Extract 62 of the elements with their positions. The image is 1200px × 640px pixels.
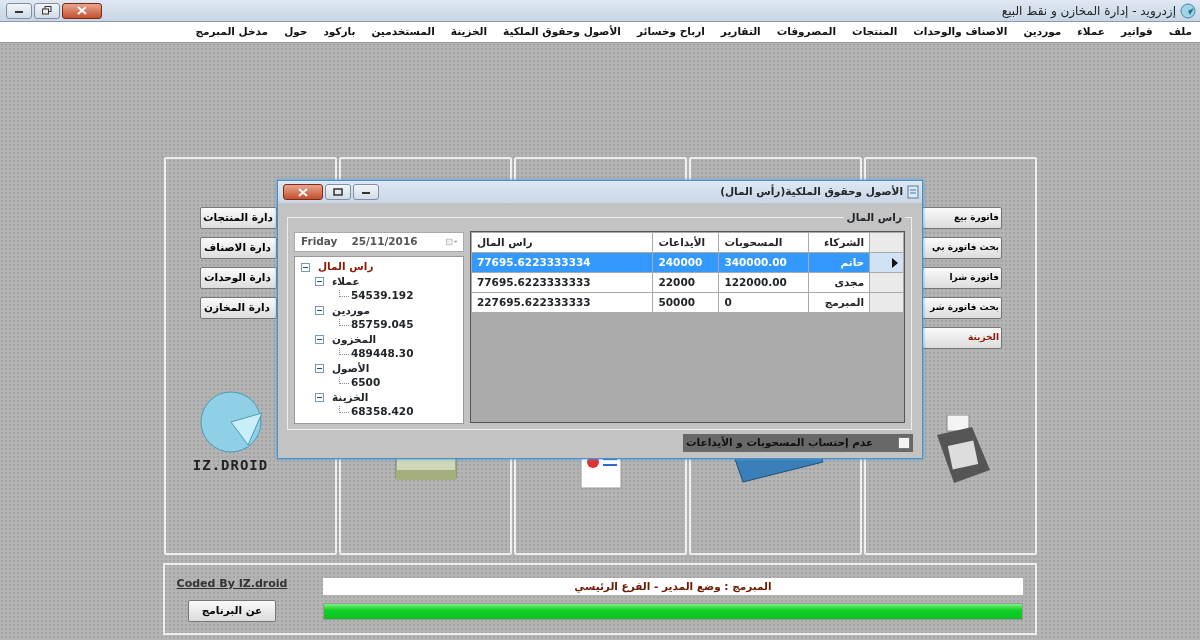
table-cell: 340000.00 bbox=[718, 252, 809, 273]
tree-node[interactable]: الخزينة bbox=[332, 389, 369, 406]
panel-button[interactable]: فاتورة بيع bbox=[922, 207, 1002, 229]
panel-button[interactable]: دارة المنتجات bbox=[200, 207, 277, 229]
panel-button[interactable]: بحث فاتورة شر bbox=[922, 297, 1002, 319]
menu-item[interactable]: ملف bbox=[1168, 24, 1192, 40]
dialog-title: الأصول وحقوق الملكية(رأس المال) bbox=[720, 184, 903, 200]
tree-node[interactable]: 68358.420 bbox=[351, 404, 414, 421]
menu-item[interactable]: موردين bbox=[1023, 24, 1062, 40]
menu-item[interactable]: المنتجات bbox=[852, 24, 898, 40]
tree-node[interactable]: المخزون bbox=[332, 331, 377, 348]
tree-node[interactable]: راس المال bbox=[318, 259, 374, 276]
menu-item[interactable]: التقارير bbox=[720, 24, 761, 40]
tree-node[interactable]: الأصول bbox=[332, 360, 370, 377]
panel-button[interactable]: دارة الاصناف bbox=[200, 237, 277, 259]
table-cell: 77695.6223333333 bbox=[471, 272, 653, 293]
table-cell: 122000.00 bbox=[718, 272, 809, 293]
table-cell: 50000 bbox=[653, 292, 719, 313]
status-text: المبرمج : وضع المدير - الفرع الرئيسي bbox=[323, 578, 1023, 595]
window-title: إزدرويد - إدارة المخازن و نقط البيع bbox=[1001, 2, 1176, 20]
panel-button[interactable]: فاتورة شرا bbox=[922, 267, 1002, 289]
menu-item[interactable]: الأصول وحقوق الملكية bbox=[503, 24, 621, 40]
menu-item[interactable]: المستخدمين bbox=[371, 24, 435, 40]
panel-button[interactable]: دارة المخازن bbox=[200, 297, 277, 319]
group-title: راس المال bbox=[843, 210, 905, 226]
checkbox-label: عدم إحتساب المسحوبات و الأيداعات bbox=[686, 435, 874, 451]
credits-link[interactable]: Coded By IZ.droid bbox=[176, 575, 288, 593]
tree-node[interactable]: 6500 bbox=[351, 375, 381, 392]
table-cell: المبرمج bbox=[808, 292, 870, 313]
panel-button[interactable]: الخزينة bbox=[922, 327, 1002, 349]
menu-item[interactable]: حول bbox=[284, 24, 308, 40]
panel-button[interactable]: بحث فاتورة بي bbox=[922, 237, 1002, 259]
column-header: المسحوبات bbox=[718, 232, 809, 253]
logo-text: IZ.DROID bbox=[192, 456, 269, 475]
menu-item[interactable]: مدخل المبرمج bbox=[195, 24, 269, 40]
table-cell: حاتم bbox=[808, 252, 870, 273]
date-day: Friday bbox=[301, 234, 338, 250]
menu-item[interactable]: عملاء bbox=[1077, 24, 1105, 40]
column-header: الأيداعات bbox=[653, 232, 719, 253]
column-header: راس المال bbox=[471, 232, 653, 253]
menu-item[interactable]: المصروفات bbox=[776, 24, 837, 40]
table-cell: 227695.622333333 bbox=[471, 292, 653, 313]
menu-item[interactable]: الاصناف والوحدات bbox=[913, 24, 1008, 40]
about-button[interactable]: عن البرنامج bbox=[188, 600, 276, 623]
menu-item[interactable]: الخزينة bbox=[450, 24, 488, 40]
date-picker[interactable]: Friday 25/11/2016 bbox=[294, 232, 464, 252]
tree-node[interactable]: 85759.045 bbox=[351, 317, 414, 334]
tree-node[interactable]: 54539.192 bbox=[351, 288, 414, 305]
menu-item[interactable]: ارباح وخسائر bbox=[636, 24, 705, 40]
menu-item[interactable]: باركود bbox=[323, 24, 356, 40]
tree-node[interactable]: 489448.30 bbox=[351, 346, 414, 363]
table-cell: مجدى bbox=[808, 272, 870, 293]
tree-node[interactable]: عملاء bbox=[332, 273, 360, 290]
table-cell: 0 bbox=[718, 292, 809, 313]
table-cell: 22000 bbox=[653, 272, 719, 293]
table-cell: 240000 bbox=[653, 252, 719, 273]
column-header: الشركاء bbox=[808, 232, 870, 253]
tree-node[interactable]: موردين bbox=[332, 302, 370, 319]
date-value: 25/11/2016 bbox=[351, 234, 418, 250]
table-cell: 77695.6223333334 bbox=[471, 252, 653, 273]
menu-item[interactable]: فواتير bbox=[1120, 24, 1153, 40]
panel-button[interactable]: دارة الوحدات bbox=[200, 267, 277, 289]
